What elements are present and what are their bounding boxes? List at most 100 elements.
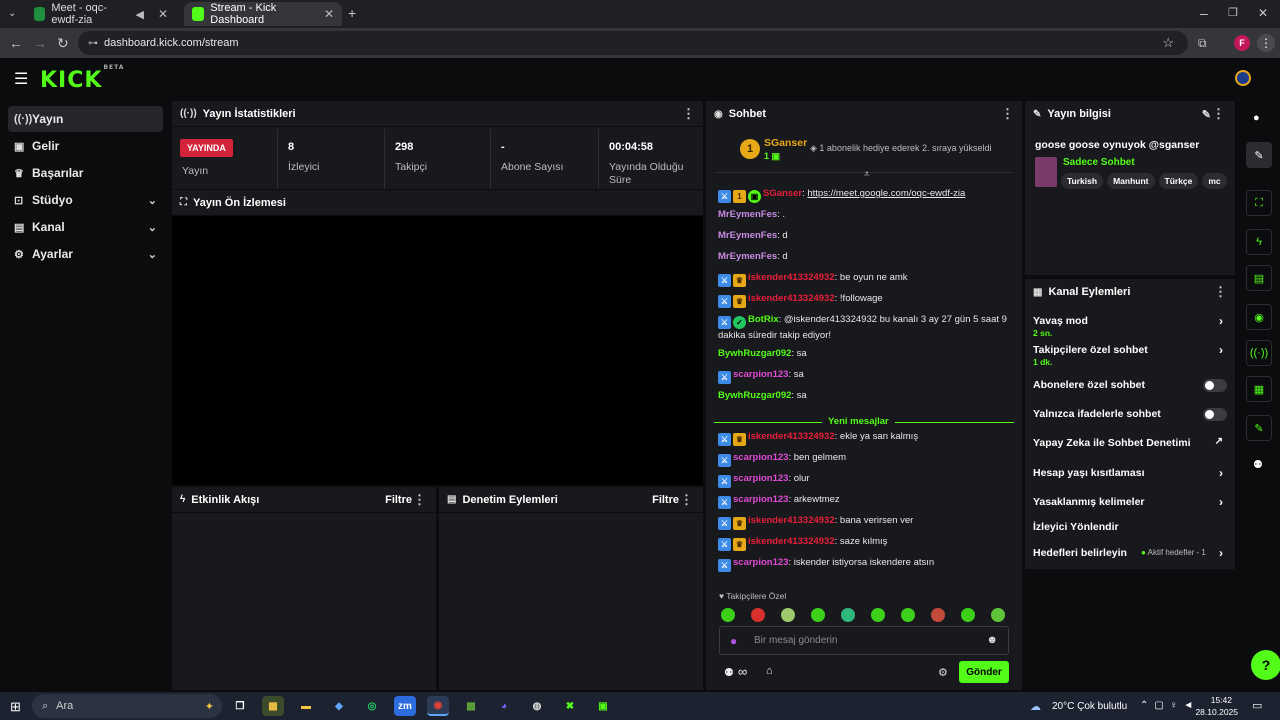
copilot-icon[interactable]: ◆ (328, 696, 350, 716)
chat-username[interactable]: iskender413324932 (748, 536, 835, 547)
edit-icon[interactable]: ✎ (1202, 108, 1211, 121)
emoji-icon[interactable]: ☻ (986, 634, 998, 646)
subscribers-only-toggle[interactable] (1203, 379, 1227, 392)
new-tab-icon[interactable]: + (348, 5, 356, 21)
pinned-username[interactable]: SGanser (764, 137, 807, 149)
more-options-icon[interactable]: ⋮ (1212, 106, 1225, 122)
action-goals[interactable]: Hedefleri belirleyin ● Aktif hedefler - 1… (1025, 539, 1235, 567)
emote-icon[interactable] (931, 608, 945, 622)
whatsapp-icon[interactable]: ◎ (361, 696, 383, 716)
category-name[interactable]: Sadece Sohbet (1063, 157, 1135, 168)
more-icon[interactable]: ⚉ (1253, 458, 1263, 471)
emote-icon[interactable] (871, 608, 885, 622)
rail-activity-icon[interactable]: ϟ (1246, 229, 1272, 255)
emote-icon[interactable] (781, 608, 795, 622)
tab-search-icon[interactable]: ⌄ (8, 6, 16, 22)
chat-link[interactable]: https://meet.google.com/oqc-ewdf-zia (807, 188, 965, 199)
rail-stats-icon[interactable]: ⛶ (1246, 190, 1272, 216)
chat-username[interactable]: iskender413324932 (748, 272, 835, 283)
chat-username[interactable]: SGanser (763, 188, 802, 199)
action-slow-mode[interactable]: Yavaş mod 2 sn. › (1025, 307, 1235, 338)
chat-username[interactable]: iskender413324932 (748, 293, 835, 304)
extensions-icon[interactable]: ⧉ (1198, 35, 1207, 51)
chat-username[interactable]: MrEymenFes (718, 209, 777, 220)
minimize-icon[interactable]: – (1200, 5, 1208, 21)
emote-icon[interactable] (961, 608, 975, 622)
kick-logo[interactable]: KICKBETA (40, 64, 124, 93)
back-icon[interactable]: ← (9, 35, 23, 51)
chat-username[interactable]: BywhRuzgar092 (718, 348, 791, 359)
action-account-age[interactable]: Hesap yaşı kısıtlaması › (1025, 459, 1235, 487)
file-explorer-icon[interactable]: ▬ (295, 696, 317, 716)
more-options-icon[interactable]: ⋮ (682, 106, 695, 122)
emote-icon[interactable] (751, 608, 765, 622)
hamburger-menu-icon[interactable]: ☰ (14, 69, 28, 89)
emote-icon[interactable] (811, 608, 825, 622)
forward-icon[interactable]: → (33, 35, 47, 51)
more-options-icon[interactable]: ⋮ (680, 492, 693, 508)
window-close-icon[interactable]: ✕ (1258, 5, 1268, 21)
chat-username[interactable]: scarpion123 (733, 452, 788, 463)
tag[interactable]: Turkish (1061, 173, 1104, 189)
tag[interactable]: Manhunt (1107, 173, 1155, 189)
clock-date[interactable]: 28.10.2025 (1188, 707, 1238, 717)
chat-input[interactable]: ● Bir mesaj gönderin ☻ (719, 626, 1009, 655)
chrome-icon[interactable]: ◉ (427, 696, 449, 716)
chat-username[interactable]: BotRix (748, 314, 779, 325)
users-icon[interactable]: ⚉ (724, 666, 734, 679)
sidebar-item-ayarlar[interactable]: ⚙ Ayarlar ⌄ (8, 241, 163, 267)
obs-icon[interactable]: ◍ (526, 696, 548, 716)
address-bar[interactable]: ⊶ dashboard.kick.com/stream ☆ (78, 31, 1188, 55)
rail-chat-icon[interactable]: ◉ (1246, 304, 1272, 330)
chat-settings-icon[interactable]: ⚙ (938, 666, 948, 679)
more-options-icon[interactable]: ⋮ (1001, 106, 1014, 122)
infinity-icon[interactable]: ∞ (738, 664, 747, 679)
emote-icon[interactable] (841, 608, 855, 622)
chat-username[interactable]: scarpion123 (733, 369, 788, 380)
video-player[interactable] (172, 216, 703, 485)
taskbar-search[interactable]: ⌕ Ara ✦ (32, 694, 222, 718)
clock-time[interactable]: 15:42 (1206, 695, 1232, 705)
xbox-icon[interactable]: ✖ (559, 696, 581, 716)
restore-icon[interactable]: ❐ (1228, 5, 1238, 21)
action-followers-only[interactable]: Takipçilere özel sohbet 1 dk. › (1025, 336, 1235, 367)
more-options-icon[interactable]: ⋮ (413, 492, 426, 508)
kick-app-icon[interactable]: ▣ (592, 696, 614, 716)
rail-tools-icon[interactable]: ✎ (1246, 415, 1272, 441)
action-banned-words[interactable]: Yasaklanmış kelimeler › (1025, 488, 1235, 516)
chat-username[interactable]: iskender413324932 (748, 431, 835, 442)
browser-menu-icon[interactable]: ⋮ (1257, 34, 1275, 52)
discord-icon[interactable]: ◕ (493, 696, 515, 716)
info-icon[interactable]: ● (1253, 112, 1260, 124)
filter-button[interactable]: Filtre (652, 494, 679, 506)
emote-icon[interactable] (721, 608, 735, 622)
rail-layout-icon[interactable]: ▦ (1246, 376, 1272, 402)
support-headset-icon[interactable]: ? (1251, 650, 1280, 680)
close-icon[interactable]: ✕ (324, 7, 334, 21)
emote-icon[interactable] (991, 608, 1005, 622)
sidebar-item-yayin[interactable]: ((·)) Yayın (8, 106, 163, 132)
chat-username[interactable]: BywhRuzgar092 (718, 390, 791, 401)
category-thumbnail[interactable] (1035, 157, 1057, 187)
tag[interactable]: mc (1202, 173, 1227, 189)
sidebar-item-kanal[interactable]: ▤ Kanal ⌄ (8, 214, 163, 240)
sidebar-item-studyo[interactable]: ⊡ Stüdyo ⌄ (8, 187, 163, 213)
minecraft-icon[interactable]: ▩ (460, 696, 482, 716)
rail-broadcast-icon[interactable]: ((·)) (1246, 340, 1272, 366)
action-raid[interactable]: İzleyici Yönlendir (1025, 513, 1235, 541)
site-info-icon[interactable]: ⊶ (88, 38, 98, 49)
sidebar-item-gelir[interactable]: ▣ Gelir (8, 133, 163, 159)
store-icon[interactable]: ⌂ (766, 665, 773, 677)
chat-username[interactable]: MrEymenFes (718, 230, 777, 241)
microphone-icon[interactable]: ● (730, 634, 737, 648)
filter-button[interactable]: Filtre (385, 494, 412, 506)
widgets-icon[interactable]: ▦ (262, 696, 284, 716)
tab-kick-dashboard[interactable]: Stream - Kick Dashboard ✕ (184, 2, 342, 26)
sidebar-item-basarilar[interactable]: ♛ Başarılar (8, 160, 163, 186)
tag[interactable]: Türkçe (1158, 173, 1199, 189)
chat-username[interactable]: scarpion123 (733, 557, 788, 568)
user-avatar[interactable] (1235, 70, 1251, 86)
bookmark-star-icon[interactable]: ☆ (1162, 35, 1174, 51)
zoom-icon[interactable]: zm (394, 696, 416, 716)
chat-username[interactable]: scarpion123 (733, 473, 788, 484)
